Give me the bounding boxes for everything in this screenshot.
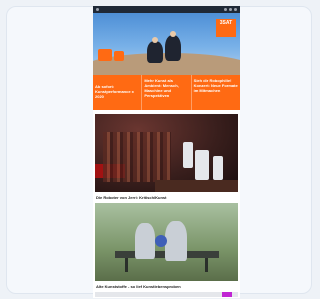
hero-head [152, 37, 158, 43]
promo-item[interactable]: Ab sofort: Kunstperformance x 2020 [93, 75, 141, 110]
status-bar [93, 6, 240, 13]
promo-item[interactable]: Sieh dir Robophilie! Konzert: Neue Forma… [190, 75, 240, 110]
blue-ball [155, 235, 167, 247]
robot-figure [195, 150, 209, 180]
footer-bar [95, 292, 238, 297]
article-caption[interactable]: Die Roboter von Jerri: Kritisch/Kunst [96, 195, 166, 200]
hero-person [147, 41, 163, 63]
article-image-robots[interactable] [95, 114, 238, 192]
hero-image[interactable]: 3SAT [93, 13, 240, 75]
brand-badge: 3SAT [216, 19, 236, 37]
logo-mark-secondary [114, 51, 124, 61]
promo-strip: Ab sofort: Kunstperformance x 2020 Mehr … [93, 75, 240, 110]
article-image-bench[interactable] [95, 203, 238, 281]
share-icon[interactable] [229, 8, 232, 11]
logo-mark [98, 49, 112, 61]
hero-person [165, 35, 181, 61]
figure-left [135, 223, 155, 259]
robot-figure [213, 156, 223, 180]
figure-right [165, 221, 187, 261]
mobile-page-preview: 3SAT Ab sofort: Kunstperformance x 2020 … [93, 6, 240, 298]
promo-item[interactable]: Mehr Kunst als Ambient: Mensch, Maschine… [141, 75, 190, 110]
hero-head [170, 31, 176, 37]
article-caption[interactable]: Alte Kunststoffe - so lief Kunstlebenspr… [96, 284, 181, 289]
footer-accent[interactable] [222, 292, 232, 297]
more-icon[interactable] [234, 8, 237, 11]
menu-icon[interactable] [96, 8, 99, 11]
robot-figure [183, 142, 193, 168]
search-icon[interactable] [224, 8, 227, 11]
